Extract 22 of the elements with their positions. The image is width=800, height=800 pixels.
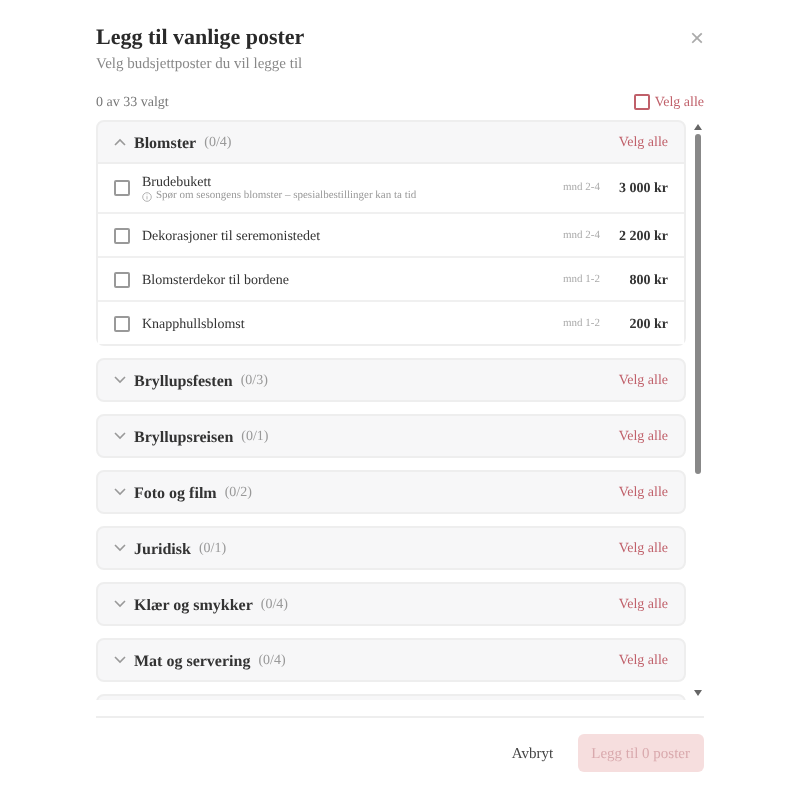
info-icon <box>142 191 152 201</box>
category-name[interactable]: Mat og servering <box>134 651 251 669</box>
category-name[interactable]: Klær og smykker <box>134 595 253 613</box>
scrollbar[interactable] <box>692 120 704 700</box>
chevron-icon[interactable] <box>114 656 126 664</box>
chevron-icon[interactable] <box>114 600 126 608</box>
category-name[interactable]: Juridisk <box>134 539 191 557</box>
checkbox[interactable] <box>114 180 130 196</box>
chevron-icon[interactable] <box>114 432 126 440</box>
category-name[interactable]: Blomster <box>134 133 197 151</box>
checkbox[interactable] <box>114 227 130 243</box>
chevron-icon[interactable] <box>114 376 126 384</box>
category-name[interactable]: Bryllupsreisen <box>134 427 234 445</box>
dialog-title: Legg til vanlige poster <box>96 26 305 50</box>
chevron-icon[interactable] <box>114 138 126 146</box>
checkbox[interactable] <box>114 271 130 287</box>
checkbox[interactable] <box>114 315 130 331</box>
chevron-icon[interactable] <box>114 544 126 552</box>
category-name[interactable]: Foto og film <box>134 483 217 501</box>
close-button[interactable]: × <box>689 26 704 50</box>
category-name[interactable]: Bryllupsfesten <box>134 371 233 389</box>
chevron-icon[interactable] <box>114 488 126 496</box>
